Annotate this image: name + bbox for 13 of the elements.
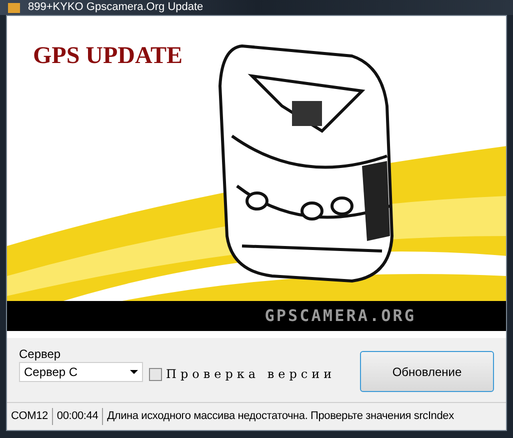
banner-heading: GPS UPDATE [33,42,183,71]
version-check-label: Проверка версии [166,366,336,383]
window-title: 899+KYKO Gpscamera.Org Update [28,1,204,14]
app-icon [8,2,20,12]
server-label: Сервер [19,346,62,362]
status-text: COM12 [7,408,53,425]
caret-icon [130,370,138,374]
status-text: 00:00:44 [52,408,104,425]
version-checkbox[interactable] [149,368,162,380]
server-dropdown[interactable]: Сервер С [19,362,143,382]
update-button[interactable]: Обновление [360,351,494,392]
banner-logo: GPSCAMERA.ORG [264,305,416,327]
status-text: Длина исходного массива недостаточна. Проверьте значения srcIndex [106,409,455,424]
